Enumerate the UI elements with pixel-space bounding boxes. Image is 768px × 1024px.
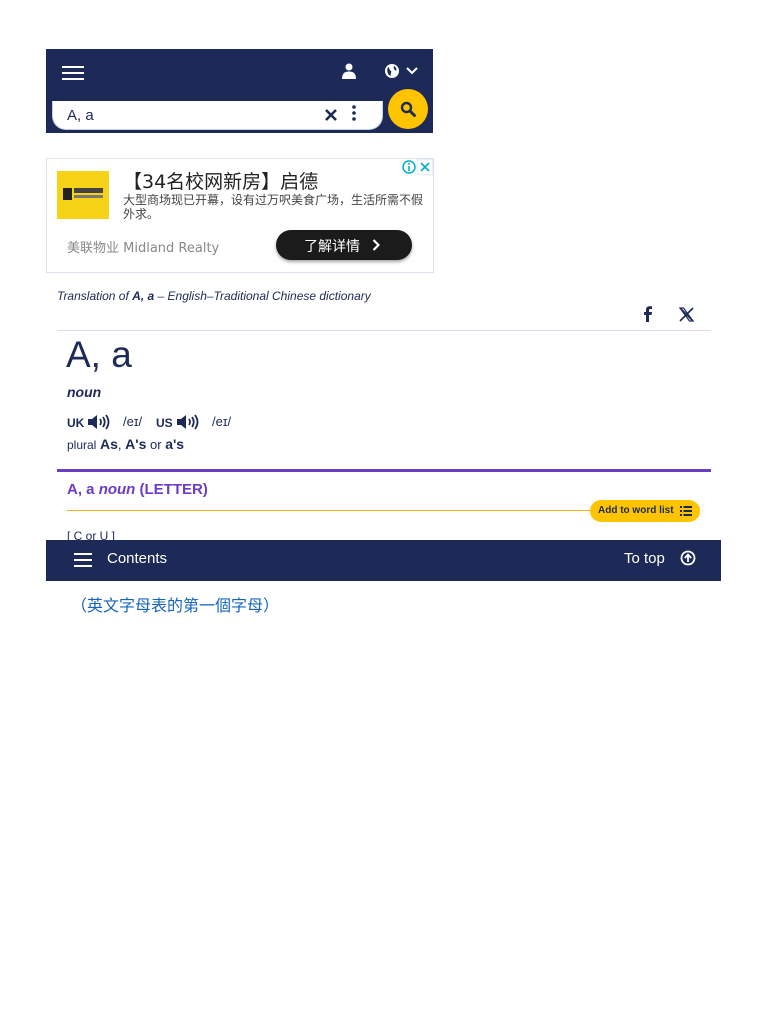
search-input[interactable] [67,101,297,129]
plural-separator: , [117,437,122,452]
to-top-button[interactable]: To top [624,550,665,567]
uk-label: UK [67,416,85,430]
sense-heading: A, a noun (LETTER) [67,481,208,498]
list-icon [680,506,692,516]
sense-guideword: (LETTER) [139,481,208,498]
divider [57,330,711,331]
translation-of-line: Translation of A, a – English–Traditiona… [57,289,371,303]
uk-audio-icon[interactable] [88,414,110,430]
menu-icon[interactable] [62,66,84,80]
facebook-icon[interactable] [642,306,654,322]
advertisement[interactable]: 【34名校网新房】启德 大型商场现已开幕，设有过万呎美食广场，生活所需不假外求。… [46,158,434,273]
globe-icon[interactable] [384,63,400,79]
clear-icon[interactable] [325,109,337,121]
ad-cta-button[interactable]: 了解详情 [276,230,412,260]
sense-underline [67,510,592,511]
site-header [46,49,433,133]
translation-suffix: – English–Traditional Chinese dictionary [154,289,371,303]
plural-form: a's [165,436,185,452]
translation-prefix: Translation of [57,289,133,303]
plural-forms: plural As, A's or a's [67,436,184,452]
ad-description: 大型商场现已开幕，设有过万呎美食广场，生活所需不假外求。 [123,193,424,221]
chevron-right-icon [372,239,380,251]
plural-form: As [99,436,118,452]
ad-cta-label: 了解详情 [304,239,360,255]
sense-divider [57,469,711,472]
us-label: US [156,416,173,430]
headword: A, a [66,334,132,375]
add-to-word-list-button[interactable]: Add to word list [590,500,700,522]
ad-title[interactable]: 【34名校网新房】启德 [123,167,318,194]
translation-word: A, a [132,289,155,303]
plural-or: or [150,437,162,452]
plural-label: plural [67,438,97,452]
ad-brand: 美联物业 Midland Realty [67,241,220,256]
uk-pronunciation: /eɪ/ [123,414,143,429]
ad-logo [57,171,109,219]
search-button[interactable] [388,89,428,129]
us-audio-icon[interactable] [177,414,199,430]
chevron-down-icon[interactable] [406,66,418,76]
sense-pos: noun [98,481,136,498]
add-to-word-list-label: Add to word list [598,505,674,516]
part-of-speech: noun [67,384,102,400]
contents-menu-icon[interactable] [74,553,92,567]
contents-bar: Contents To top [46,540,721,581]
us-pronunciation: /eɪ/ [212,414,232,429]
contents-button[interactable]: Contents [107,550,167,567]
search-icon [400,101,416,117]
ad-info-icon[interactable] [401,159,417,175]
search-box [52,101,383,130]
plural-form: A's [125,436,147,452]
x-twitter-icon[interactable] [679,307,694,322]
sense-word: A, a [67,481,95,498]
chinese-translation: （英文字母表的第一個字母） [71,596,280,615]
ad-close-icon[interactable] [417,159,433,175]
arrow-up-circle-icon[interactable] [680,550,696,566]
more-options-icon[interactable] [351,105,357,121]
user-icon[interactable] [342,63,356,79]
